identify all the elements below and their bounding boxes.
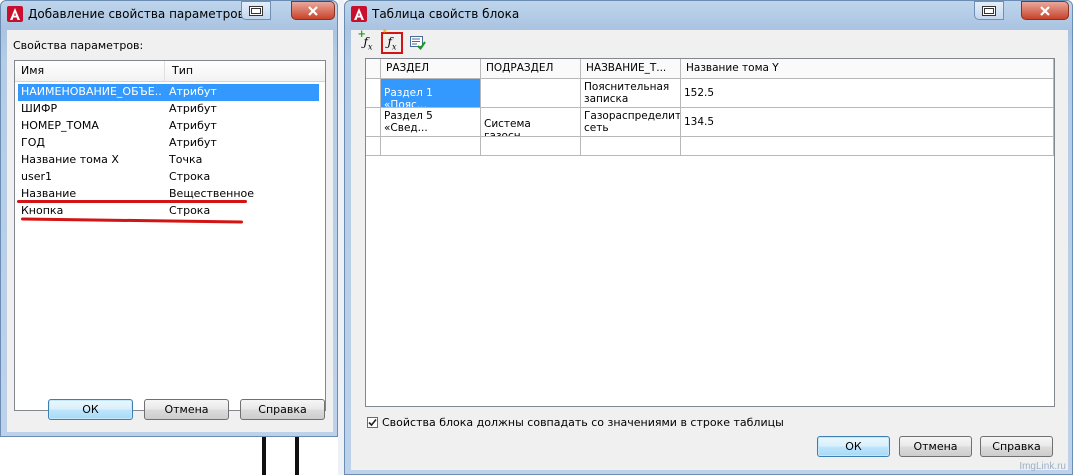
item-type: Строка <box>169 170 211 183</box>
table-cell[interactable] <box>581 137 681 156</box>
properties-label: Свойства параметров: <box>13 39 144 52</box>
table-cell[interactable]: Газораспределите сеть <box>581 108 681 137</box>
context-help-icon <box>249 5 263 16</box>
dialog-body: Свойства параметров: Имя Тип НАИМЕНОВАНИ… <box>7 30 333 432</box>
item-name: Название <box>21 187 77 200</box>
column-header[interactable]: ПОДРАЗДЕЛ <box>481 59 581 79</box>
item-type: Точка <box>169 153 203 166</box>
cancel-button[interactable]: Отмена <box>899 436 972 457</box>
item-name: user1 <box>21 170 52 183</box>
column-name[interactable]: Имя <box>15 61 165 81</box>
row-header-corner <box>366 59 381 79</box>
ok-button[interactable]: ОК <box>817 436 890 457</box>
table-cell[interactable]: 134.5 <box>681 108 1054 137</box>
table-cell[interactable] <box>681 137 1054 156</box>
add-parameter-property-dialog: Добавление свойства параметров Свойства … <box>0 0 338 437</box>
item-type: Вещественное <box>169 187 255 200</box>
column-type[interactable]: Тип <box>166 61 321 81</box>
list-item[interactable]: user1 Строка <box>18 169 319 186</box>
add-property-icon: + ƒx <box>357 28 373 52</box>
table-cell[interactable] <box>481 79 581 108</box>
dialog-title: Добавление свойства параметров <box>28 7 245 21</box>
item-name: ШИФР <box>21 102 58 115</box>
ok-button[interactable]: ОК <box>48 399 133 420</box>
parameter-properties-list[interactable]: Имя Тип НАИМЕНОВАНИЕ_ОБЪЕ... Атрибут ШИФР… <box>14 60 326 411</box>
list-item[interactable]: ШИФР Атрибут <box>18 101 319 118</box>
context-help-icon <box>982 5 996 16</box>
list-item[interactable]: НАИМЕНОВАНИЕ_ОБЪЕ... Атрибут <box>18 84 319 101</box>
toolbar: + ƒx * ƒx <box>357 28 447 54</box>
item-type: Атрибут <box>169 102 217 115</box>
item-name: Кнопка <box>21 204 64 217</box>
list-header: Имя Тип <box>15 61 325 82</box>
close-icon <box>308 5 318 16</box>
list-item[interactable]: НОМЕР_ТОМА Атрибут <box>18 118 319 135</box>
table-cell[interactable]: 152.5 <box>681 79 1054 108</box>
column-header[interactable]: Название тома Y <box>681 59 1054 79</box>
close-button[interactable] <box>291 1 335 20</box>
column-header[interactable]: РАЗДЕЛ <box>381 59 481 79</box>
help-button[interactable]: Справка <box>240 399 325 420</box>
table-cell[interactable]: Система газосн... <box>481 108 581 137</box>
background-cable <box>262 437 266 475</box>
block-properties-table-dialog: Таблица свойств блока + ƒx * ƒx РАЗДЕЛ ПОД… <box>344 0 1073 475</box>
table-cell[interactable]: Раздел 5 «Свед... <box>381 108 481 137</box>
item-type: Атрибут <box>169 119 217 132</box>
table-cell[interactable] <box>481 137 581 156</box>
close-icon <box>1040 5 1050 16</box>
annotation-underline <box>17 200 247 203</box>
item-name: НАИМЕНОВАНИЕ_ОБЪЕ... <box>21 85 161 98</box>
new-property-button[interactable]: * ƒx <box>381 28 403 54</box>
checkmark-icon <box>368 418 377 427</box>
close-button[interactable] <box>1021 1 1069 20</box>
item-type: Строка <box>169 204 211 217</box>
list-item[interactable]: Название тома X Точка <box>18 152 319 169</box>
item-name: НОМЕР_ТОМА <box>21 119 99 132</box>
dialog-body: + ƒx * ƒx РАЗДЕЛ ПОДРАЗДЕЛ НАЗВАНИЕ_Т... Н… <box>351 28 1068 470</box>
title-bar[interactable]: Таблица свойств блока <box>345 1 1072 28</box>
match-table-row-label[interactable]: Свойства блока должны совпадать со значе… <box>382 416 784 429</box>
table-cell[interactable] <box>381 137 481 156</box>
autocad-logo-icon <box>7 6 23 22</box>
item-type: Атрибут <box>169 136 217 149</box>
row-selector[interactable] <box>366 108 381 137</box>
dialog-title: Таблица свойств блока <box>372 7 520 21</box>
autocad-logo-icon <box>351 6 367 22</box>
list-item[interactable]: ГОД Атрибут <box>18 135 319 152</box>
cancel-button[interactable]: Отмена <box>144 399 229 420</box>
item-name: ГОД <box>21 136 45 149</box>
table-cell[interactable]: Раздел 1 «Пояс... <box>381 79 481 108</box>
audit-icon <box>410 36 426 50</box>
watermark: ImgLink.ru <box>1019 461 1066 472</box>
help-context-button[interactable] <box>241 1 271 20</box>
row-selector[interactable] <box>366 79 381 108</box>
new-property-icon: * ƒx <box>382 28 397 52</box>
match-table-row-checkbox[interactable] <box>367 417 378 428</box>
help-context-button[interactable] <box>974 1 1004 20</box>
background-cable <box>295 437 299 475</box>
item-name: Название тома X <box>21 153 119 166</box>
audit-button[interactable] <box>407 32 429 54</box>
title-bar[interactable]: Добавление свойства параметров <box>1 1 337 28</box>
help-button[interactable]: Справка <box>980 436 1053 457</box>
column-header[interactable]: НАЗВАНИЕ_Т... <box>581 59 681 79</box>
table-cell[interactable]: Пояснительная записка <box>581 79 681 108</box>
block-properties-table[interactable]: РАЗДЕЛ ПОДРАЗДЕЛ НАЗВАНИЕ_Т... Название … <box>365 58 1055 407</box>
add-property-button[interactable]: + ƒx <box>357 28 379 54</box>
row-selector[interactable] <box>366 137 381 156</box>
item-type: Атрибут <box>169 85 217 98</box>
